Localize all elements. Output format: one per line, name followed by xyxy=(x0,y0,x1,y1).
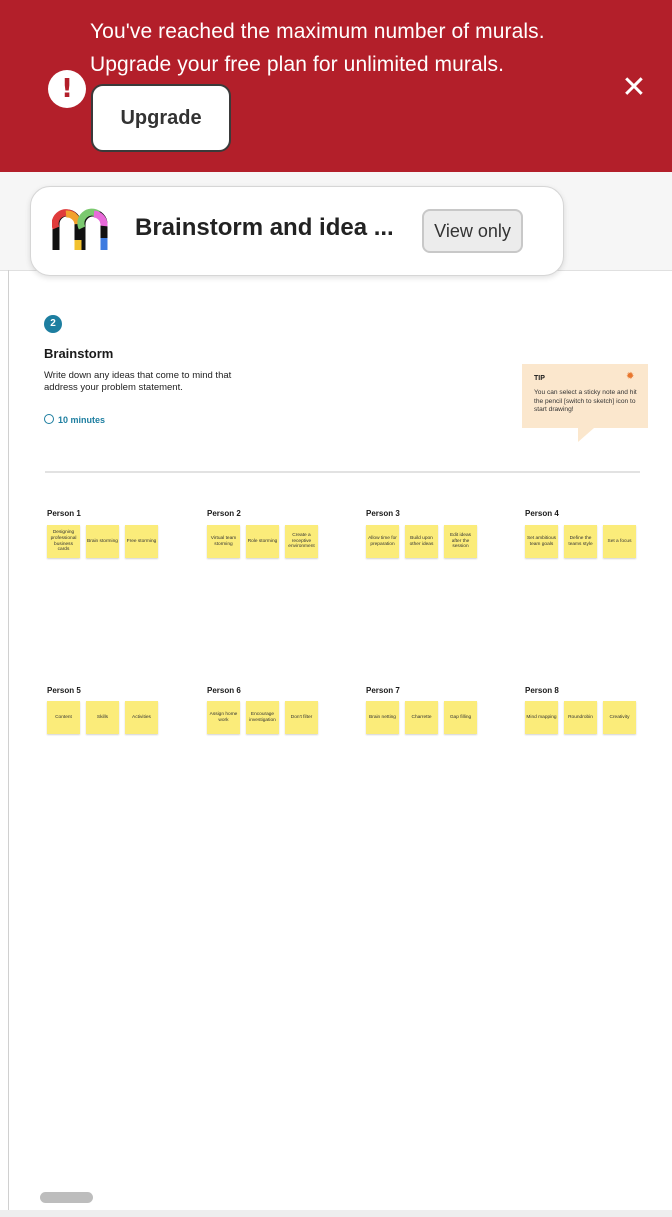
sticky-note[interactable]: Skills xyxy=(86,701,119,734)
upgrade-banner: ! You've reached the maximum number of m… xyxy=(0,0,672,172)
board-title[interactable]: Brainstorm and idea ... xyxy=(135,214,394,242)
banner-message-line1: You've reached the maximum number of mur… xyxy=(90,20,545,43)
sticky-note[interactable]: Create a receptive environment xyxy=(285,525,318,558)
upgrade-button[interactable]: Upgrade xyxy=(91,84,231,152)
person-label: Person 8 xyxy=(525,686,559,695)
section-title: Brainstorm xyxy=(44,346,114,361)
sticky-note[interactable]: Assign home work xyxy=(207,701,240,734)
person-label: Person 1 xyxy=(47,509,81,518)
banner-message-line2: Upgrade your free plan for unlimited mur… xyxy=(90,53,505,76)
sticky-note[interactable]: Allow time for preparation xyxy=(366,525,399,558)
sticky-note[interactable]: Set ambitious team goals xyxy=(525,525,558,558)
sticky-note[interactable]: Creativity xyxy=(603,701,636,734)
tip-text: You can select a sticky note and hit the… xyxy=(534,389,637,413)
sticky-note[interactable]: Encourage investigation xyxy=(246,701,279,734)
close-icon[interactable]: ✕ xyxy=(616,70,652,106)
view-only-badge[interactable]: View only xyxy=(422,209,523,253)
sticky-note[interactable]: Roundrobin xyxy=(564,701,597,734)
mural-logo xyxy=(52,208,108,250)
sticky-note[interactable]: Edit ideas after the session xyxy=(444,525,477,558)
person-label: Person 7 xyxy=(366,686,400,695)
sticky-note[interactable]: Free storming xyxy=(125,525,158,558)
horizontal-scrollbar[interactable] xyxy=(40,1192,93,1203)
sticky-note[interactable]: Role storming xyxy=(246,525,279,558)
tip-tail xyxy=(578,428,594,442)
sticky-note[interactable]: Activities xyxy=(125,701,158,734)
exclamation-icon: ! xyxy=(48,70,86,108)
lightbulb-icon: ✹ xyxy=(626,371,635,382)
person-label: Person 6 xyxy=(207,686,241,695)
section-description: Write down any ideas that come to mind t… xyxy=(44,370,232,393)
sticky-note[interactable]: Virtual team storming xyxy=(207,525,240,558)
sticky-note[interactable]: Brain netting xyxy=(366,701,399,734)
sticky-note[interactable]: Set a focus xyxy=(603,525,636,558)
sticky-note[interactable]: Define the teams style xyxy=(564,525,597,558)
bottom-edge xyxy=(0,1210,672,1217)
step-badge: 2 xyxy=(44,315,62,333)
timer-label: 10 minutes xyxy=(58,415,106,425)
sticky-note[interactable]: Charrette xyxy=(405,701,438,734)
sticky-note[interactable]: Brain storming xyxy=(86,525,119,558)
sticky-note[interactable]: Build upon other ideas xyxy=(405,525,438,558)
sticky-note[interactable]: Gap filling xyxy=(444,701,477,734)
person-label: Person 3 xyxy=(366,509,400,518)
sticky-note[interactable]: Content xyxy=(47,701,80,734)
timer: 10 minutes xyxy=(44,414,105,425)
sticky-note[interactable]: Don't filter xyxy=(285,701,318,734)
sticky-note[interactable]: Mind mapping xyxy=(525,701,558,734)
person-label: Person 2 xyxy=(207,509,241,518)
tip-label: TIP xyxy=(534,375,545,382)
person-label: Person 5 xyxy=(47,686,81,695)
person-label: Person 4 xyxy=(525,509,559,518)
timer-icon xyxy=(44,414,54,424)
sticky-note[interactable]: Designing professional business cards xyxy=(47,525,80,558)
section-divider xyxy=(45,471,640,473)
canvas-left-border xyxy=(8,270,9,1210)
